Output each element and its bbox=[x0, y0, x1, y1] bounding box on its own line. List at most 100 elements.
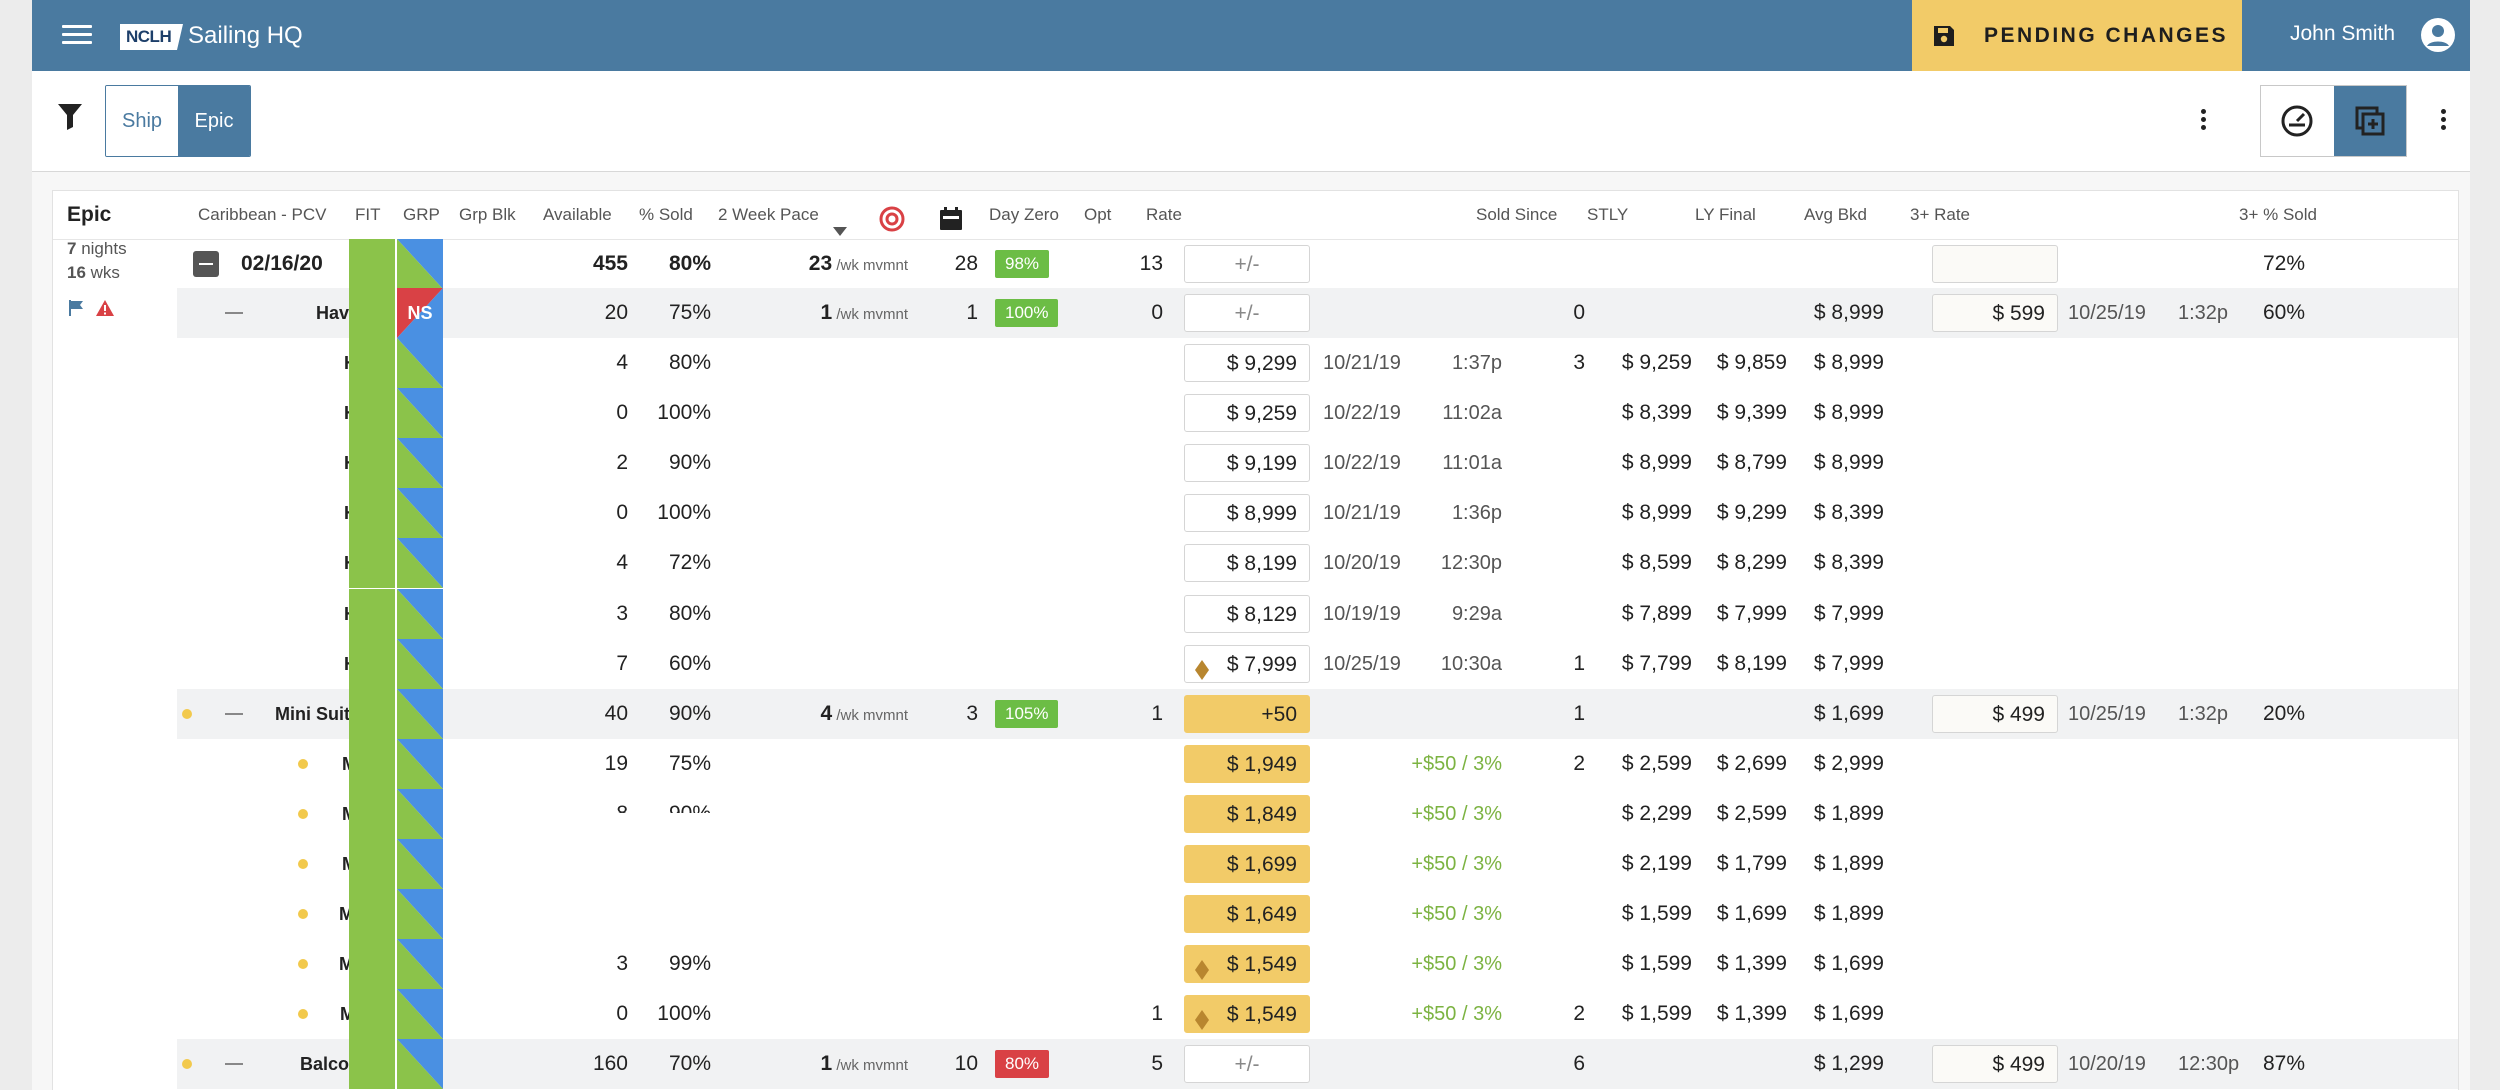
grp-cell[interactable] bbox=[397, 438, 443, 488]
col-avg-bkd[interactable]: Avg Bkd bbox=[1804, 191, 1867, 239]
pace-unit: /wk mvmnt bbox=[832, 257, 908, 274]
segment-ship[interactable]: Ship bbox=[106, 86, 178, 156]
col-sold3[interactable]: 3+ % Sold bbox=[2239, 191, 2317, 239]
collapse-checkbox[interactable] bbox=[193, 251, 219, 277]
cabin-rate-input[interactable]: $ 1,699 bbox=[1184, 845, 1310, 883]
user-name[interactable]: John Smith bbox=[2290, 22, 2395, 46]
cabin-rate-input[interactable]: $ 1,849 bbox=[1184, 795, 1310, 833]
grp-cell[interactable] bbox=[397, 989, 443, 1039]
fit-cell[interactable] bbox=[349, 989, 397, 1039]
filter-icon[interactable] bbox=[58, 104, 82, 135]
col-sold[interactable]: % Sold bbox=[639, 191, 693, 239]
stly-value: $ 1,599 bbox=[1621, 1002, 1692, 1025]
rate3-input[interactable] bbox=[1932, 245, 2058, 283]
fit-cell[interactable] bbox=[349, 239, 397, 289]
col-opt[interactable]: Opt bbox=[1084, 191, 1111, 239]
col-rate[interactable]: Rate bbox=[1146, 191, 1182, 239]
group-rate-input[interactable]: +/- bbox=[1184, 1045, 1310, 1083]
grp-cell[interactable] bbox=[397, 388, 443, 438]
grp-cell[interactable] bbox=[397, 538, 443, 588]
fit-cell[interactable] bbox=[349, 338, 397, 388]
group-rate-input[interactable]: +50 bbox=[1184, 695, 1310, 733]
col-stly[interactable]: STLY bbox=[1587, 191, 1628, 239]
fit-cell[interactable] bbox=[349, 538, 397, 588]
grp-cell[interactable] bbox=[397, 839, 443, 889]
stly-value: $ 8,999 bbox=[1621, 451, 1692, 474]
collapse-minus-icon[interactable] bbox=[225, 1063, 243, 1065]
sailing-rate-input[interactable]: +/- bbox=[1184, 245, 1310, 283]
region-label: Caribbean - PCV bbox=[198, 205, 327, 224]
fit-cell[interactable] bbox=[349, 438, 397, 488]
rate3-date: 10/25/19 bbox=[2068, 703, 2146, 725]
fit-cell[interactable] bbox=[349, 488, 397, 538]
pace-cell: 4 /wk mvmnt bbox=[820, 689, 908, 739]
grp-cell[interactable]: NS bbox=[397, 288, 443, 338]
sold-value: 100% bbox=[657, 401, 711, 424]
dashboard-view-icon[interactable] bbox=[2261, 86, 2334, 156]
fit-cell[interactable] bbox=[349, 889, 397, 939]
col-rate3[interactable]: 3+ Rate bbox=[1910, 191, 1970, 239]
page-options-icon[interactable] bbox=[2438, 106, 2448, 136]
grp-cell[interactable] bbox=[397, 338, 443, 388]
fit-cell[interactable] bbox=[349, 939, 397, 989]
cabin-rate-input[interactable]: $ 8,999 bbox=[1184, 494, 1310, 532]
grid-view-icon[interactable] bbox=[2333, 86, 2406, 156]
grp-cell[interactable] bbox=[397, 889, 443, 939]
cabin-rate-input[interactable]: $ 1,549 bbox=[1184, 995, 1310, 1033]
col-pace[interactable]: 2 Week Pace bbox=[718, 191, 819, 239]
fit-cell[interactable] bbox=[349, 789, 397, 839]
cabin-rate-input[interactable]: $ 1,649 bbox=[1184, 895, 1310, 933]
col-sold-since[interactable]: Sold Since bbox=[1476, 191, 1557, 239]
col-fit[interactable]: FIT bbox=[355, 191, 381, 239]
pending-changes-button[interactable]: PENDING CHANGES bbox=[1912, 0, 2242, 71]
avg-bkd-value: $ 1,299 bbox=[1813, 1052, 1884, 1075]
collapse-minus-icon[interactable] bbox=[225, 713, 243, 715]
user-avatar-icon[interactable] bbox=[2420, 17, 2456, 58]
grp-cell[interactable] bbox=[397, 239, 443, 289]
grp-cell[interactable] bbox=[397, 639, 443, 689]
col-day-zero[interactable]: Day Zero bbox=[989, 191, 1059, 239]
grp-cell[interactable] bbox=[397, 789, 443, 839]
fit-cell[interactable] bbox=[349, 689, 397, 739]
grp-cell[interactable] bbox=[397, 689, 443, 739]
cabin-rate-input[interactable]: $ 8,129 bbox=[1184, 595, 1310, 633]
cabin-rate-input[interactable]: $ 8,199 bbox=[1184, 544, 1310, 582]
fit-cell[interactable] bbox=[349, 739, 397, 789]
more-options-icon[interactable] bbox=[2198, 106, 2208, 136]
fit-cell[interactable] bbox=[349, 589, 397, 639]
ly-final-value: $ 9,859 bbox=[1716, 351, 1787, 374]
ship-name: Epic bbox=[67, 203, 112, 226]
fit-cell[interactable] bbox=[349, 639, 397, 689]
col-grp[interactable]: GRP bbox=[403, 191, 440, 239]
group-rate-input[interactable]: +/- bbox=[1184, 294, 1310, 332]
pending-changes-label: PENDING CHANGES bbox=[1984, 23, 2229, 47]
segment-epic[interactable]: Epic bbox=[178, 86, 250, 156]
grp-cell[interactable] bbox=[397, 1039, 443, 1089]
fit-cell[interactable] bbox=[349, 388, 397, 438]
sold-value: 80% bbox=[668, 602, 711, 625]
day-zero-badge: 80% bbox=[995, 1050, 1050, 1078]
rate3-input[interactable]: $ 599 bbox=[1932, 294, 2058, 332]
col-available[interactable]: Available bbox=[543, 191, 612, 239]
col-grp-blk[interactable]: Grp Blk bbox=[459, 191, 516, 239]
grp-cell[interactable] bbox=[397, 939, 443, 989]
fit-cell[interactable] bbox=[349, 288, 397, 338]
cabin-rate-input[interactable]: $ 9,199 bbox=[1184, 444, 1310, 482]
cabin-rate-input[interactable]: $ 9,299 bbox=[1184, 344, 1310, 382]
hamburger-menu-icon[interactable] bbox=[62, 20, 92, 50]
sold-value: 100% bbox=[657, 1002, 711, 1025]
cabin-rate-input[interactable]: $ 1,949 bbox=[1184, 745, 1310, 783]
cabin-rate-input[interactable]: $ 1,549 bbox=[1184, 945, 1310, 983]
grp-cell[interactable] bbox=[397, 739, 443, 789]
rate3-input[interactable]: $ 499 bbox=[1932, 1045, 2058, 1083]
fit-cell[interactable] bbox=[349, 1039, 397, 1089]
grp-cell[interactable] bbox=[397, 589, 443, 639]
col-ly-final[interactable]: LY Final bbox=[1695, 191, 1756, 239]
collapse-minus bbox=[199, 263, 213, 265]
grp-cell[interactable] bbox=[397, 488, 443, 538]
cabin-rate-input[interactable]: $ 9,259 bbox=[1184, 394, 1310, 432]
cabin-rate-input[interactable]: $ 7,999 bbox=[1184, 645, 1310, 683]
fit-cell[interactable] bbox=[349, 839, 397, 889]
collapse-minus-icon[interactable] bbox=[225, 312, 243, 314]
rate3-input[interactable]: $ 499 bbox=[1932, 695, 2058, 733]
